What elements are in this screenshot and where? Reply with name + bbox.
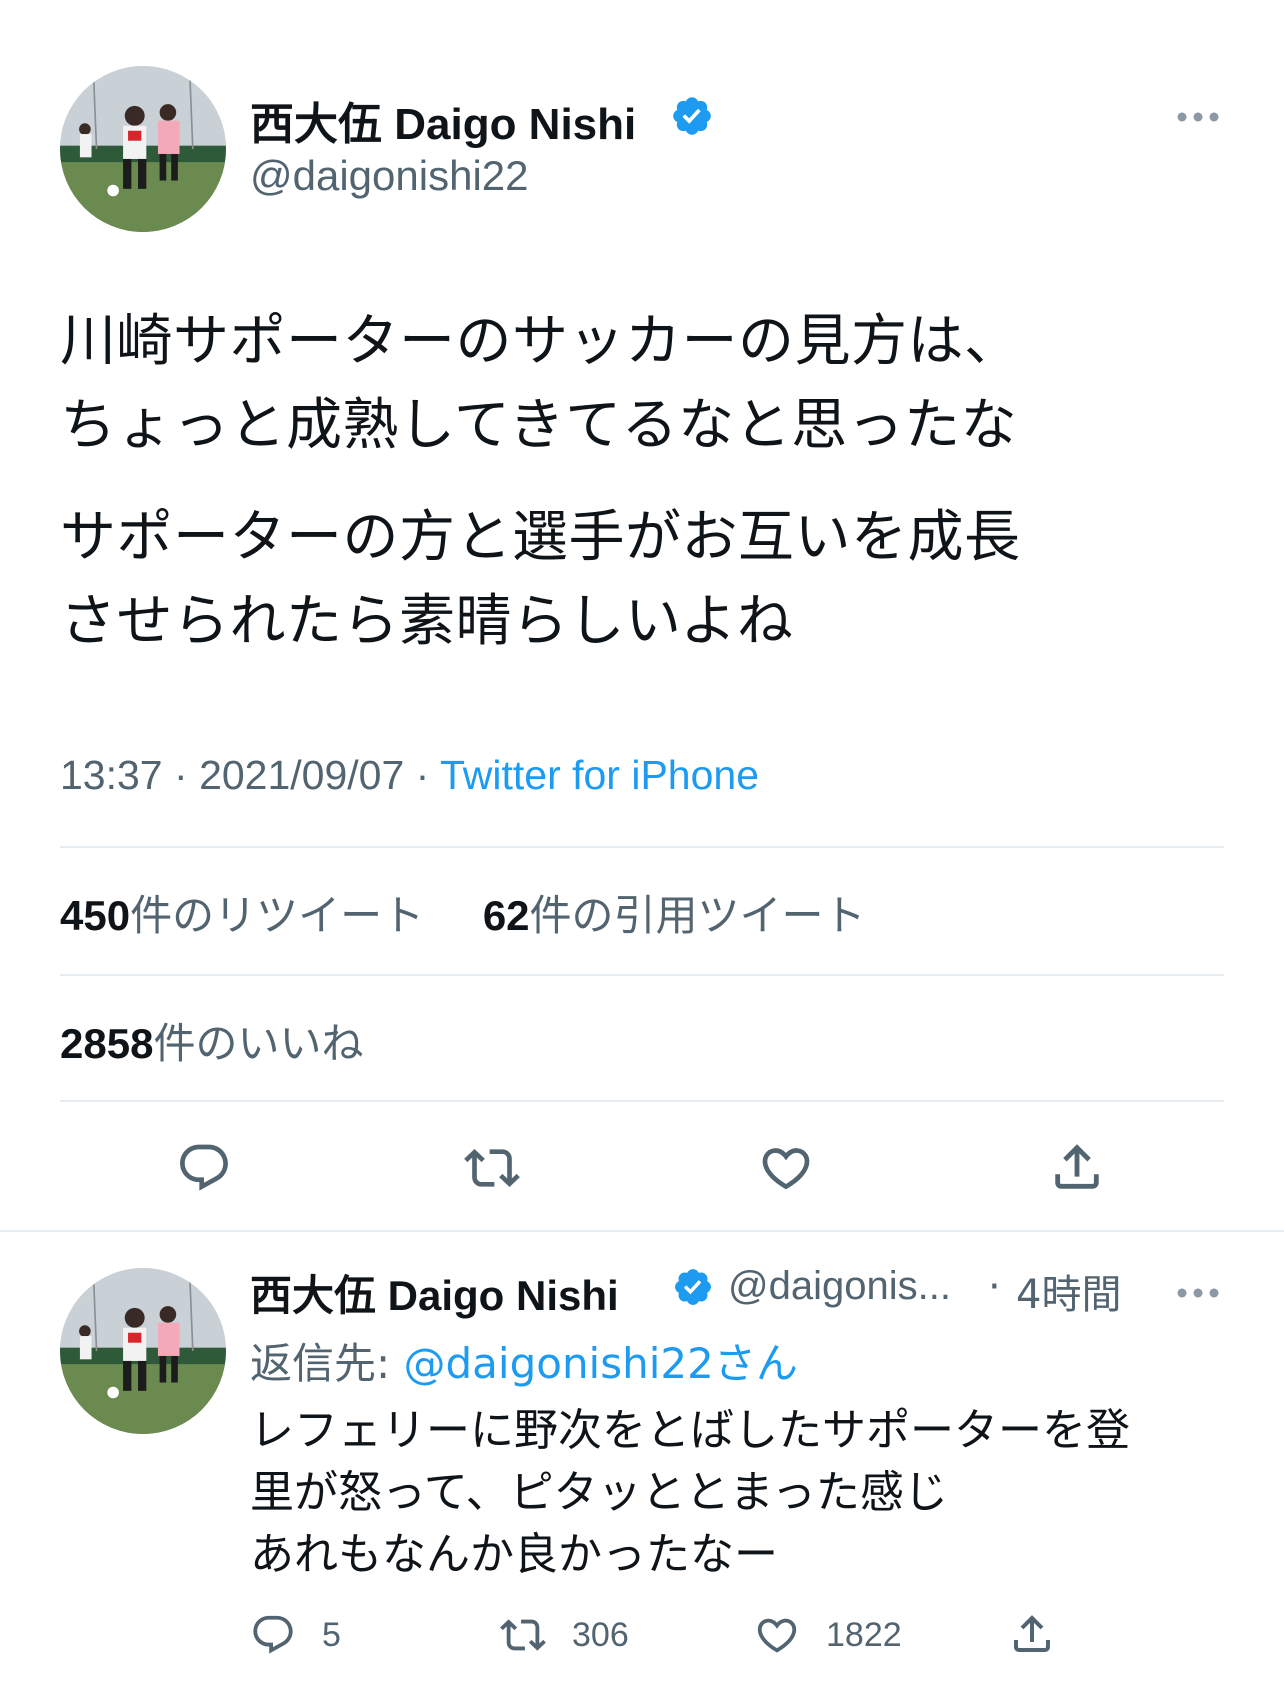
avatar-photo <box>60 1268 226 1434</box>
reply-to-line: 返信先: @daigonishi22さん <box>250 1330 798 1391</box>
reply-time-separator: · <box>988 1264 1001 1310</box>
likes-count: 2858 <box>60 1020 154 1067</box>
likes-label: 件のいいね <box>153 1019 364 1068</box>
quotes-stat[interactable]: 62件の引用ツイート <box>483 891 866 940</box>
quotes-count: 62 <box>482 892 530 939</box>
stats-row-retweets: 450件のリツイート 62件の引用ツイート <box>60 882 866 943</box>
reply-reply-button[interactable]: 5 <box>250 1612 341 1658</box>
tweet-text-paragraph-2: サポーターの方と選手がお互いを成長 させられたら素晴らしいよね <box>60 496 1230 664</box>
quotes-label: 件の引用ツイート <box>529 891 866 940</box>
reply-icon <box>253 1615 293 1654</box>
divider <box>60 846 1224 848</box>
tweet-date[interactable]: 2021/09/07 <box>199 752 404 798</box>
like-count: 1822 <box>826 1615 902 1654</box>
reply-author-name[interactable]: 西大伍 Daigo Nishi <box>250 1262 619 1323</box>
tweet-text-line: 川崎サポーターのサッカーの見方は、 <box>60 309 1021 374</box>
reply-icon[interactable] <box>176 1140 232 1196</box>
reply-text: レフェリーに野次をとばしたサポーターを登 里が怒って、ピタッととまった感じ あれ… <box>250 1400 1250 1586</box>
more-icon[interactable] <box>1176 1284 1220 1303</box>
tweet-text-line: ちょっと成熟してきてるなと思ったな <box>60 393 1018 458</box>
reply-to-label: 返信先: <box>250 1339 391 1388</box>
divider <box>60 974 1224 976</box>
reply-share-button[interactable] <box>1008 1610 1056 1658</box>
reply-text-line: 里が怒って、ピタッととまった感じ <box>250 1467 948 1518</box>
retweet-icon[interactable] <box>464 1140 520 1196</box>
reply-text-line: あれもなんか良かったなー <box>250 1529 778 1580</box>
tweet-text-paragraph-1: 川崎サポーターのサッカーの見方は、 ちょっと成熟してきてるなと思ったな <box>60 300 1230 468</box>
like-icon <box>757 1618 797 1653</box>
share-icon[interactable] <box>1048 1138 1106 1196</box>
retweets-count: 450 <box>60 892 131 939</box>
retweets-label: 件のリツイート <box>130 891 425 940</box>
reply-text-line: レフェリーに野次をとばしたサポーターを登 <box>250 1405 1130 1456</box>
reply-to-mention[interactable]: @daigonishi22さん <box>404 1339 798 1388</box>
author-name[interactable]: 西大伍 Daigo Nishi <box>250 88 636 152</box>
divider <box>60 1100 1224 1102</box>
avatar-photo <box>60 66 226 232</box>
reply-count: 5 <box>322 1615 341 1654</box>
author-avatar[interactable] <box>60 66 226 232</box>
reply-time-ago[interactable]: 4時間 <box>1016 1262 1121 1320</box>
reply-author-handle[interactable]: @daigonis... <box>728 1264 951 1309</box>
tweet-time[interactable]: 13:37 <box>60 752 163 798</box>
tweet-source-link[interactable]: Twitter for iPhone <box>440 752 759 798</box>
retweets-stat[interactable]: 450件のリツイート <box>60 891 424 940</box>
tweet-text-line: させられたら素晴らしいよね <box>60 589 794 654</box>
author-handle[interactable]: @daigonishi22 <box>250 152 529 200</box>
verified-badge-icon <box>670 94 714 142</box>
reply-retweet-button[interactable]: 306 <box>500 1612 629 1658</box>
like-icon[interactable] <box>758 1140 814 1196</box>
divider <box>0 1230 1284 1232</box>
stats-row-likes: 2858件のいいね <box>60 1010 363 1071</box>
reply-like-button[interactable]: 1822 <box>754 1612 902 1658</box>
likes-stat[interactable]: 2858件のいいね <box>60 1019 363 1068</box>
meta-separator: · <box>415 752 440 798</box>
verified-badge-icon <box>672 1266 714 1312</box>
tweet-text-line: サポーターの方と選手がお互いを成長 <box>60 505 1021 570</box>
more-icon[interactable] <box>1176 108 1220 127</box>
retweet-count: 306 <box>572 1615 629 1654</box>
tweet-meta: 13:37 · 2021/09/07 · Twitter for iPhone <box>60 752 759 799</box>
retweet-icon <box>500 1619 546 1651</box>
reply-author-avatar[interactable] <box>60 1268 226 1434</box>
meta-separator: · <box>174 752 200 798</box>
share-icon <box>1014 1615 1050 1652</box>
